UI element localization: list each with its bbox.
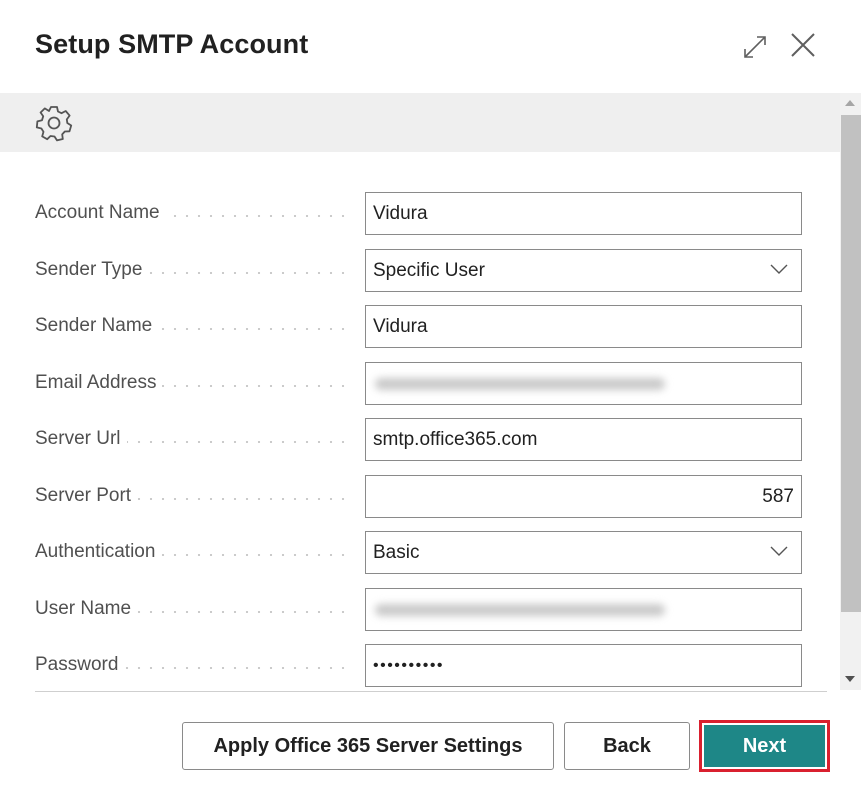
- sender-name-label: Sender Name: [35, 315, 159, 337]
- form-divider: [35, 691, 827, 692]
- authentication-label: Authentication: [35, 541, 162, 563]
- dialog-title: Setup SMTP Account: [35, 29, 309, 59]
- chevron-down-icon: [770, 546, 788, 556]
- apply-office365-settings-button[interactable]: Apply Office 365 Server Settings: [182, 722, 554, 770]
- next-button-highlight: Next: [699, 720, 830, 772]
- server-port-label: Server Port: [35, 485, 138, 507]
- server-port-input[interactable]: 587: [365, 475, 802, 518]
- chevron-down-icon: [770, 264, 788, 274]
- scrollbar-thumb[interactable]: [841, 115, 861, 612]
- server-url-input[interactable]: smtp.office365.com: [365, 418, 802, 461]
- redacted-username-value: [375, 604, 665, 616]
- back-button[interactable]: Back: [564, 722, 690, 770]
- smtp-account-form: Account Name Vidura Sender Type Specific…: [0, 152, 840, 692]
- close-icon: [791, 33, 815, 57]
- dialog-header: Setup SMTP Account: [0, 0, 861, 93]
- email-address-input[interactable]: [365, 362, 802, 405]
- gear-icon: [35, 106, 73, 142]
- field-row-user-name: User Name: [35, 588, 802, 631]
- field-row-server-port: Server Port 587: [35, 475, 802, 518]
- sender-type-value: Specific User: [373, 260, 485, 281]
- close-button[interactable]: [788, 30, 818, 60]
- field-row-sender-type: Sender Type Specific User: [35, 249, 802, 292]
- scroll-down-arrow-icon[interactable]: [845, 676, 855, 682]
- account-name-input[interactable]: Vidura: [365, 192, 802, 235]
- field-row-authentication: Authentication Basic: [35, 531, 802, 574]
- field-row-email-address: Email Address: [35, 362, 802, 405]
- server-url-label: Server Url: [35, 428, 127, 450]
- sender-type-label: Sender Type: [35, 259, 149, 281]
- account-name-label: Account Name: [35, 202, 166, 224]
- field-row-account-name: Account Name Vidura: [35, 192, 802, 235]
- password-label: Password: [35, 654, 125, 676]
- next-button[interactable]: Next: [704, 725, 825, 767]
- settings-button[interactable]: [34, 104, 74, 142]
- sender-name-input[interactable]: Vidura: [365, 305, 802, 348]
- field-row-server-url: Server Url smtp.office365.com: [35, 418, 802, 461]
- vertical-scrollbar[interactable]: [840, 93, 861, 690]
- expand-button[interactable]: [740, 32, 770, 60]
- field-row-sender-name: Sender Name Vidura: [35, 305, 802, 348]
- email-address-label: Email Address: [35, 372, 163, 394]
- field-row-password: Password ••••••••••: [35, 644, 802, 687]
- password-input[interactable]: ••••••••••: [365, 644, 802, 687]
- scroll-up-arrow-icon[interactable]: [845, 100, 855, 106]
- sender-type-select[interactable]: Specific User: [365, 249, 802, 292]
- authentication-select[interactable]: Basic: [365, 531, 802, 574]
- user-name-label: User Name: [35, 598, 138, 620]
- redacted-email-value: [375, 378, 665, 390]
- user-name-input[interactable]: [365, 588, 802, 631]
- action-bar: [0, 93, 840, 152]
- expand-icon: [744, 36, 766, 58]
- authentication-value: Basic: [373, 542, 420, 563]
